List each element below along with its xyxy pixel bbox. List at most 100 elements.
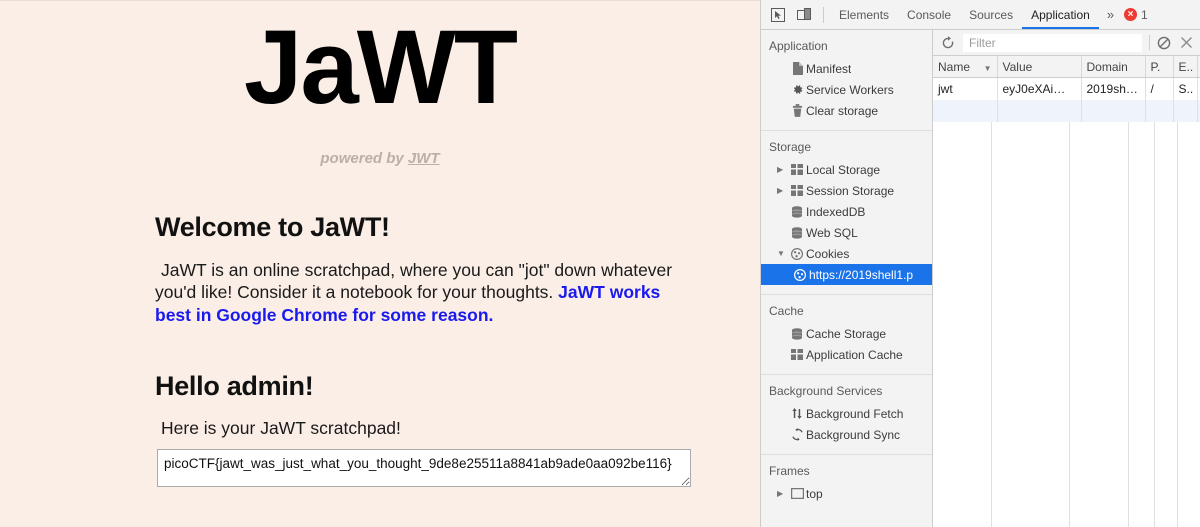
sidebar-item-label: Web SQL bbox=[806, 225, 858, 240]
sidebar-group-title: Background Services bbox=[769, 384, 883, 398]
page-content: Welcome to JaWT! JaWT is an online scrat… bbox=[0, 212, 691, 492]
cell-expires: S.. bbox=[1173, 77, 1198, 100]
table-row[interactable]: jwt eyJ0eXAi… 2019sh… / S.. 1.. bbox=[933, 77, 1200, 100]
sidebar-item-clear-storage[interactable]: ▶ Clear storage bbox=[761, 100, 932, 121]
sync-icon bbox=[788, 428, 806, 441]
table-empty-area bbox=[933, 122, 1200, 527]
scratchpad-wrapper bbox=[157, 449, 691, 492]
cell-value: eyJ0eXAi… bbox=[997, 77, 1082, 100]
cell-path: / bbox=[1145, 77, 1174, 100]
cookies-table: ▼ Name Value Domain P. E.. S.. jwt bbox=[933, 56, 1200, 122]
sidebar-group-cache: Cache ▶ Cache Storage ▶ Application C bbox=[761, 295, 932, 375]
column-header-value[interactable]: Value bbox=[997, 56, 1082, 78]
table-header-row: ▼ Name Value Domain P. E.. S.. bbox=[933, 56, 1200, 78]
sidebar-item-label: Application Cache bbox=[806, 347, 903, 362]
application-sidebar: Application ▶ Manifest ▶ Service Work bbox=[761, 30, 933, 527]
tab-console[interactable]: Console bbox=[898, 0, 960, 29]
sidebar-item-frame-top[interactable]: ▶ top bbox=[761, 483, 932, 504]
sidebar-group-application: Application ▶ Manifest ▶ Service Work bbox=[761, 30, 932, 131]
refresh-icon[interactable] bbox=[937, 32, 959, 54]
sidebar-item-cookies[interactable]: ▼ Cookies bbox=[761, 243, 932, 264]
scratchpad-textarea[interactable] bbox=[157, 449, 691, 488]
sidebar-item-web-sql[interactable]: ▶ Web SQL bbox=[761, 222, 932, 243]
updown-arrows-icon bbox=[788, 407, 806, 420]
table-icon bbox=[788, 164, 806, 175]
tab-sources[interactable]: Sources bbox=[960, 0, 1022, 29]
sidebar-item-label: Cache Storage bbox=[806, 326, 887, 341]
sidebar-item-manifest[interactable]: ▶ Manifest bbox=[761, 58, 932, 79]
powered-by-text: powered by bbox=[320, 150, 408, 167]
devtools-tabbar: Elements Console Sources Application » ×… bbox=[761, 0, 1200, 30]
welcome-heading: Welcome to JaWT! bbox=[155, 212, 390, 242]
sidebar-group-background-services: Background Services ▶ Background Fetch ▶ bbox=[761, 375, 932, 455]
sidebar-group-storage: Storage ▶ Local Storage ▶ Session Storag… bbox=[761, 131, 932, 295]
jwt-link[interactable]: JWT bbox=[408, 150, 440, 167]
sidebar-item-service-workers[interactable]: ▶ Service Workers bbox=[761, 79, 932, 100]
cookie-icon bbox=[788, 247, 806, 260]
toolbar-divider bbox=[1149, 35, 1150, 50]
cookie-icon bbox=[791, 268, 809, 281]
table-empty-row bbox=[933, 100, 1200, 122]
trash-icon bbox=[788, 104, 806, 117]
tab-application[interactable]: Application bbox=[1022, 0, 1099, 29]
clear-all-icon[interactable] bbox=[1153, 32, 1175, 54]
sidebar-item-label: Service Workers bbox=[806, 82, 894, 97]
sidebar-item-label: top bbox=[806, 486, 823, 501]
column-header-expires[interactable]: E.. bbox=[1173, 56, 1198, 78]
cell-name: jwt bbox=[933, 77, 998, 100]
sidebar-item-label: Session Storage bbox=[806, 183, 895, 198]
database-icon bbox=[788, 205, 806, 218]
sidebar-item-cookie-origin[interactable]: https://2019shell1.p bbox=[761, 264, 932, 285]
sort-desc-icon: ▼ bbox=[983, 63, 992, 73]
sidebar-item-background-fetch[interactable]: ▶ Background Fetch bbox=[761, 403, 932, 424]
sidebar-group-title: Frames bbox=[769, 464, 810, 478]
sidebar-item-local-storage[interactable]: ▶ Local Storage bbox=[761, 159, 932, 180]
sidebar-item-label: Cookies bbox=[806, 246, 850, 261]
powered-by-line: powered by JWT bbox=[0, 150, 760, 167]
screen: JaWT powered by JWT Welcome to JaWT! JaW… bbox=[0, 0, 1200, 527]
close-icon[interactable] bbox=[1175, 32, 1197, 54]
sidebar-item-background-sync[interactable]: ▶ Background Sync bbox=[761, 424, 932, 445]
error-count: 1 bbox=[1141, 7, 1148, 22]
filter-input[interactable] bbox=[963, 33, 1142, 52]
table-icon bbox=[788, 185, 806, 196]
sidebar-item-indexeddb[interactable]: ▶ IndexedDB bbox=[761, 201, 932, 222]
cookies-toolbar bbox=[933, 30, 1200, 56]
site-logo: JaWT bbox=[243, 9, 518, 126]
toolbar-divider bbox=[823, 6, 824, 23]
tab-elements[interactable]: Elements bbox=[830, 0, 898, 29]
sidebar-item-cache-storage[interactable]: ▶ Cache Storage bbox=[761, 323, 932, 344]
sidebar-item-session-storage[interactable]: ▶ Session Storage bbox=[761, 180, 932, 201]
sidebar-item-label: Background Sync bbox=[806, 427, 901, 442]
database-icon bbox=[788, 226, 806, 239]
column-header-domain[interactable]: Domain bbox=[1081, 56, 1146, 78]
frame-icon bbox=[788, 488, 806, 499]
sidebar-group-title: Storage bbox=[769, 140, 812, 154]
inspect-element-icon[interactable] bbox=[765, 2, 791, 28]
chevron-right-icon[interactable]: ▶ bbox=[777, 489, 788, 498]
error-icon: × bbox=[1124, 8, 1138, 21]
sidebar-group-title: Cache bbox=[769, 304, 804, 318]
sidebar-item-label: Clear storage bbox=[806, 103, 879, 118]
chevron-down-icon[interactable]: ▼ bbox=[777, 249, 788, 258]
chevron-right-icon[interactable]: ▶ bbox=[777, 165, 788, 174]
sidebar-item-label: IndexedDB bbox=[806, 204, 866, 219]
sidebar-item-label: Local Storage bbox=[806, 162, 881, 177]
cookies-pane: ▼ Name Value Domain P. E.. S.. jwt bbox=[933, 30, 1200, 527]
sidebar-item-application-cache[interactable]: ▶ Application Cache bbox=[761, 344, 932, 365]
database-icon bbox=[788, 327, 806, 340]
error-badge[interactable]: × 1 bbox=[1124, 8, 1148, 22]
gear-icon bbox=[788, 83, 806, 96]
chevron-right-icon[interactable]: ▶ bbox=[777, 186, 788, 195]
sidebar-group-frames: Frames ▶ top bbox=[761, 455, 932, 513]
column-header-name[interactable]: ▼ Name bbox=[933, 56, 998, 78]
webpage-viewport: JaWT powered by JWT Welcome to JaWT! JaW… bbox=[0, 0, 760, 527]
sidebar-group-title: Application bbox=[769, 39, 828, 53]
column-header-path[interactable]: P. bbox=[1145, 56, 1174, 78]
table-icon bbox=[788, 349, 806, 360]
more-tabs-icon[interactable]: » bbox=[1099, 7, 1122, 22]
device-toolbar-icon[interactable] bbox=[791, 2, 817, 28]
devtools-panel: Elements Console Sources Application » ×… bbox=[760, 0, 1200, 527]
devtools-body: Application ▶ Manifest ▶ Service Work bbox=[761, 30, 1200, 527]
cell-domain: 2019sh… bbox=[1081, 77, 1146, 100]
